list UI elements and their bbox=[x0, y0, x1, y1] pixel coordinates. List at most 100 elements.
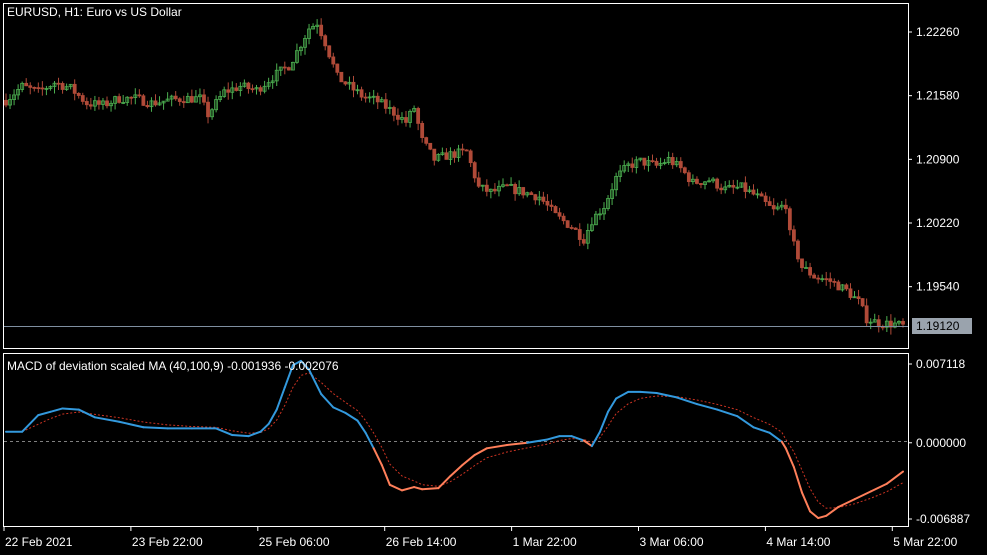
candle bbox=[630, 157, 635, 173]
candle bbox=[24, 78, 29, 87]
indicator-pane[interactable] bbox=[3, 353, 909, 527]
candle bbox=[303, 35, 307, 55]
candle bbox=[80, 92, 85, 105]
candle-body bbox=[331, 56, 336, 65]
candle bbox=[198, 88, 202, 105]
candle-body bbox=[444, 152, 449, 160]
candle bbox=[48, 85, 53, 91]
candle-body bbox=[339, 71, 344, 83]
macd-segment bbox=[885, 470, 904, 485]
candle bbox=[238, 82, 243, 97]
macd-segment bbox=[49, 407, 64, 413]
candle bbox=[137, 89, 142, 98]
candle-body bbox=[824, 278, 829, 281]
macd-signal-line bbox=[6, 372, 904, 509]
candle bbox=[181, 95, 186, 108]
candle bbox=[852, 291, 857, 299]
candle bbox=[735, 179, 740, 190]
candle bbox=[812, 272, 817, 279]
candle bbox=[771, 198, 776, 216]
macd-lines bbox=[5, 359, 904, 520]
candle-body bbox=[715, 178, 720, 189]
time-tick-label: 3 Mar 06:00 bbox=[640, 535, 704, 549]
candle bbox=[557, 207, 562, 220]
candle-body bbox=[129, 96, 134, 99]
candle bbox=[12, 89, 16, 106]
macd-segment bbox=[267, 408, 278, 425]
candle-body bbox=[808, 267, 812, 276]
candle-body bbox=[541, 196, 546, 202]
candle-body bbox=[682, 167, 687, 174]
candle bbox=[68, 83, 73, 90]
candle bbox=[88, 97, 93, 110]
candle bbox=[113, 95, 117, 110]
indicator-axis[interactable]: 0.007118 0.000000 -0.006887 bbox=[908, 357, 970, 526]
macd-segment bbox=[380, 463, 391, 486]
candle bbox=[533, 193, 538, 205]
candle-body bbox=[452, 151, 457, 158]
candle-body bbox=[88, 104, 93, 107]
candle bbox=[731, 179, 736, 194]
candle-body bbox=[699, 183, 703, 185]
candle-body bbox=[416, 108, 421, 124]
candle bbox=[517, 180, 522, 196]
price-axis[interactable]: 1.22260 1.21580 1.20900 1.20220 1.19540 bbox=[908, 25, 960, 294]
candle-body bbox=[202, 94, 206, 103]
candle-body bbox=[642, 157, 647, 166]
candle bbox=[295, 43, 299, 64]
candle bbox=[391, 105, 396, 122]
candle bbox=[72, 79, 77, 101]
candle bbox=[824, 271, 829, 286]
candle bbox=[638, 157, 643, 162]
candle bbox=[820, 274, 825, 283]
candle bbox=[424, 136, 429, 146]
price-pane[interactable] bbox=[3, 3, 909, 349]
candle-body bbox=[731, 184, 736, 188]
macd-segment bbox=[825, 505, 840, 517]
price-tick-label: 1.20220 bbox=[916, 216, 960, 230]
candle bbox=[60, 81, 65, 94]
candle bbox=[177, 97, 182, 106]
time-axis[interactable]: 22 Feb 2021 23 Feb 22:00 25 Feb 06:00 26 Fe… bbox=[3, 527, 958, 549]
candle bbox=[897, 320, 901, 326]
candle bbox=[484, 179, 489, 197]
candle-body bbox=[351, 81, 356, 91]
candle-body bbox=[153, 100, 158, 106]
trading-chart[interactable]: EURUSD, H1: Euro vs US Dollar 1.222601.2… bbox=[0, 0, 987, 555]
candle bbox=[133, 88, 138, 105]
candle bbox=[606, 195, 610, 211]
candle-body bbox=[844, 284, 849, 290]
candle bbox=[218, 90, 223, 103]
candle-body bbox=[569, 227, 574, 229]
macd-segment bbox=[93, 416, 121, 423]
candle-body bbox=[181, 101, 186, 104]
candle-body bbox=[573, 227, 578, 230]
candle bbox=[440, 147, 445, 156]
candle bbox=[662, 158, 667, 166]
macd-segment bbox=[372, 447, 383, 466]
candle-body bbox=[836, 281, 841, 291]
candle-body bbox=[686, 172, 691, 183]
candle bbox=[723, 181, 728, 194]
candle-body bbox=[695, 178, 699, 184]
candle bbox=[808, 262, 812, 279]
candle bbox=[755, 188, 760, 199]
candle bbox=[751, 184, 756, 196]
macd-segment bbox=[413, 486, 424, 491]
macd-segment bbox=[421, 487, 440, 491]
price-pane-frame bbox=[3, 3, 909, 349]
macd-segment bbox=[752, 426, 771, 434]
candle bbox=[222, 86, 227, 98]
candle-body bbox=[759, 193, 764, 197]
candle bbox=[521, 187, 526, 199]
price-tick-label: 1.22260 bbox=[916, 25, 960, 39]
candle-body bbox=[420, 122, 425, 138]
candle bbox=[206, 96, 210, 124]
candle-body bbox=[763, 195, 768, 203]
candle bbox=[319, 18, 324, 40]
candle-body bbox=[796, 240, 800, 260]
candle bbox=[573, 227, 578, 230]
candle bbox=[666, 151, 671, 165]
candle bbox=[468, 149, 473, 167]
candle-body bbox=[105, 100, 109, 107]
